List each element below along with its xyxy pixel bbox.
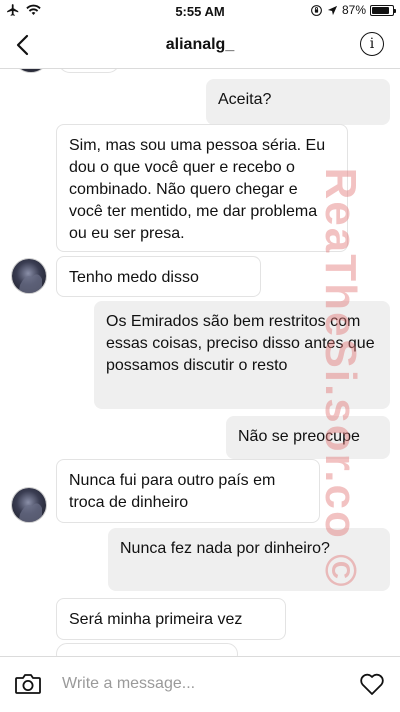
- message-bubble-received[interactable]: Tenho medo disso: [56, 256, 261, 297]
- heart-icon: [360, 673, 384, 695]
- conversation-header: alianalg_ i: [0, 22, 400, 69]
- camera-icon: [15, 674, 41, 694]
- message-bubble-sent[interactable]: Aceita?: [206, 79, 390, 125]
- location-icon: [327, 5, 338, 15]
- message-bubble-sent[interactable]: Os Emirados são bem restritos com essas …: [94, 301, 390, 409]
- avatar-image: [12, 488, 46, 522]
- avatar[interactable]: [12, 69, 50, 73]
- battery-icon: [370, 4, 396, 16]
- info-button[interactable]: i: [360, 32, 384, 56]
- battery-percent: 87%: [341, 3, 366, 17]
- like-button[interactable]: [358, 671, 386, 697]
- partial-message-bubble: [58, 69, 120, 73]
- camera-button[interactable]: [14, 672, 42, 696]
- message-bubble-sent[interactable]: Nunca fez nada por dinheiro?: [108, 528, 390, 591]
- message-thread[interactable]: Aceita? Sim, mas sou uma pessoa séria. E…: [0, 69, 400, 656]
- message-bubble-received[interactable]: Nunca fui para outro país em troca de di…: [56, 459, 320, 523]
- conversation-username[interactable]: alianalg_: [0, 36, 400, 54]
- status-bar: 5:55 AM 87%: [0, 0, 400, 22]
- partial-message-bubble: [56, 643, 238, 656]
- message-input[interactable]: [62, 671, 332, 697]
- info-icon: i: [369, 36, 375, 52]
- avatar[interactable]: [11, 258, 47, 294]
- orientation-lock-icon: [311, 4, 322, 16]
- message-composer: [0, 656, 400, 712]
- message-bubble-sent[interactable]: Não se preocupe: [226, 416, 390, 459]
- avatar-image: [12, 259, 46, 293]
- status-right: 87%: [310, 3, 396, 17]
- message-bubble-received[interactable]: Sim, mas sou uma pessoa séria. Eu dou o …: [56, 124, 348, 252]
- battery-level: [372, 6, 390, 14]
- avatar[interactable]: [11, 487, 47, 523]
- message-bubble-received[interactable]: Será minha primeira vez: [56, 598, 286, 640]
